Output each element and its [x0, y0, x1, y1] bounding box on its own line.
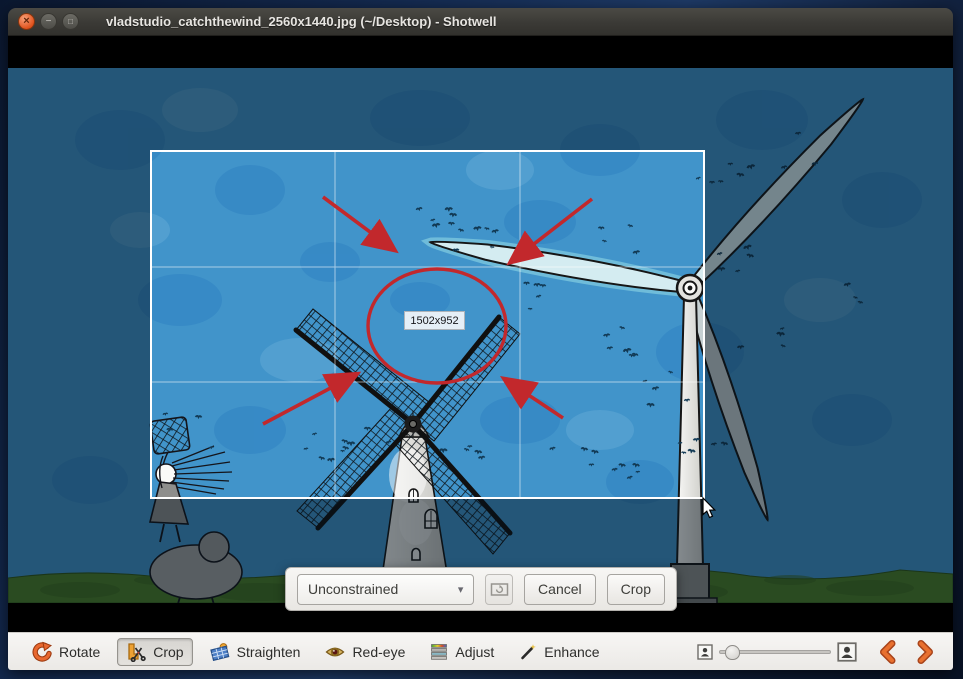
pivot-reticle-button[interactable]: [485, 574, 513, 605]
cancel-button[interactable]: Cancel: [524, 574, 596, 605]
adjust-label: Adjust: [455, 644, 494, 660]
adjust-button[interactable]: Adjust: [422, 639, 502, 665]
straighten-button[interactable]: Straighten: [202, 638, 309, 665]
aspect-ratio-select[interactable]: Unconstrained ▾: [297, 574, 474, 605]
ruler-scissors-icon: [126, 642, 146, 662]
desktop-background: × − □ vladstudio_catchthewind_2560x1440.…: [0, 0, 963, 679]
window-maximize-icon[interactable]: □: [62, 13, 79, 30]
next-photo-button[interactable]: [911, 640, 939, 664]
chevron-right-icon: [914, 640, 936, 664]
chevron-down-icon: ▾: [458, 583, 464, 596]
crop-toolbar: Unconstrained ▾ Cancel Crop: [285, 567, 677, 611]
tilted-grid-icon: [210, 642, 230, 661]
chevron-left-icon: [877, 640, 899, 664]
redeye-label: Red-eye: [352, 644, 405, 660]
straighten-label: Straighten: [237, 644, 301, 660]
enhance-label: Enhance: [544, 644, 599, 660]
eye-icon: [325, 643, 345, 661]
zoom-slider-track[interactable]: [719, 650, 831, 654]
large-photo-icon[interactable]: [837, 642, 857, 662]
editing-toolbar: Rotate Crop: [8, 632, 953, 670]
crop-apply-button[interactable]: Crop: [607, 574, 665, 605]
photo-canvas[interactable]: [8, 68, 953, 603]
small-photo-icon[interactable]: [697, 644, 713, 660]
redeye-button[interactable]: Red-eye: [317, 639, 413, 665]
window-title: vladstudio_catchthewind_2560x1440.jpg (~…: [106, 14, 496, 29]
crop-tool-button[interactable]: Crop: [117, 638, 192, 666]
crop-size-label: 1502x952: [404, 311, 465, 330]
window-titlebar[interactable]: × − □ vladstudio_catchthewind_2560x1440.…: [8, 8, 953, 36]
pivot-reticle-icon: [490, 582, 509, 597]
shotwell-window: × − □ vladstudio_catchthewind_2560x1440.…: [8, 8, 953, 670]
color-levels-icon: [430, 643, 448, 661]
photo-viewport: 1502x952 Unconstrained ▾ Cancel Crop: [8, 36, 953, 632]
zoom-slider-handle[interactable]: [725, 645, 740, 660]
rotate-arrow-icon: [30, 641, 52, 663]
aspect-ratio-value: Unconstrained: [308, 581, 398, 597]
wand-icon: [519, 643, 537, 661]
rotate-label: Rotate: [59, 644, 100, 660]
window-minimize-icon[interactable]: −: [40, 13, 57, 30]
enhance-button[interactable]: Enhance: [511, 639, 607, 665]
previous-photo-button[interactable]: [874, 640, 902, 664]
window-close-icon[interactable]: ×: [18, 13, 35, 30]
zoom-control: [697, 642, 857, 662]
crop-tool-label: Crop: [153, 644, 183, 660]
rotate-button[interactable]: Rotate: [22, 637, 108, 667]
